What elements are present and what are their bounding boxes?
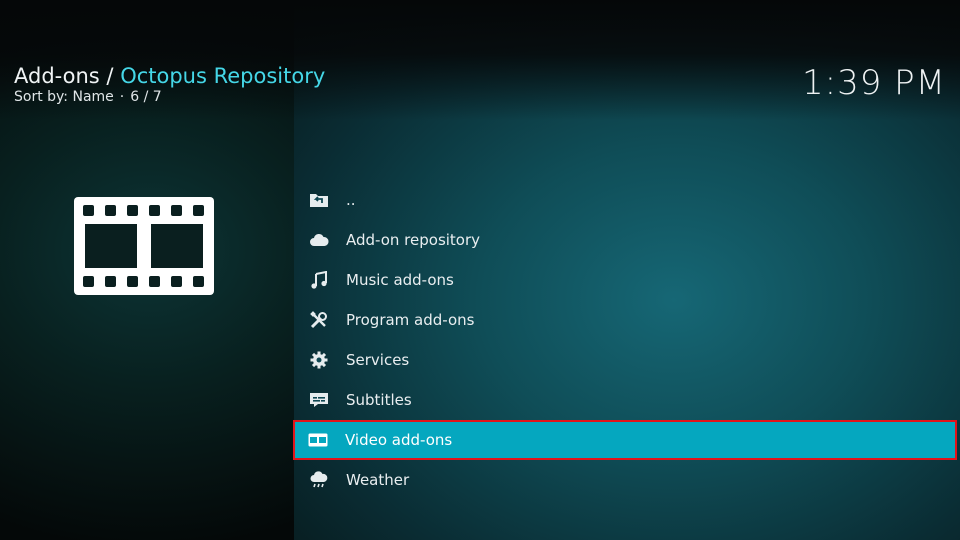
breadcrumb-separator: / [106,64,114,88]
clock: 1:39 PM [802,63,946,103]
music-note-icon [309,270,329,290]
folder-back-icon [309,190,329,210]
sort-label: Sort by: Name [14,89,114,105]
list-item-label: Subtitles [346,391,412,409]
list-item-music-addons[interactable]: Music add-ons [294,260,956,300]
list-item-video-addons[interactable]: Video add-ons [293,420,957,460]
list-item-weather[interactable]: Weather [294,460,956,500]
list-item-services[interactable]: Services [294,340,956,380]
tools-icon [309,310,329,330]
list-item-label: Music add-ons [346,271,454,289]
gear-icon [309,350,329,370]
sort-info: Sort by: Name · 6 / 7 [14,88,162,106]
weather-icon [309,470,329,490]
list-item-label: Video add-ons [345,431,453,449]
list-item-label: Services [346,351,410,369]
item-position: 6 / 7 [130,89,162,105]
breadcrumb: Add-ons / Octopus Repository [14,62,325,90]
list-item-label: Weather [346,471,410,489]
film-strip-icon [74,197,214,295]
list-item-label: Add-on repository [346,231,481,249]
list-item-addon-repository[interactable]: Add-on repository [294,220,956,260]
list-item-subtitles[interactable]: Subtitles [294,380,956,420]
position-separator: · [119,89,125,105]
cloud-icon [309,230,329,250]
list-item-program-addons[interactable]: Program add-ons [294,300,956,340]
subtitles-icon [309,390,329,410]
list-item-label: .. [346,191,356,209]
film-icon [308,430,328,450]
list-item-label: Program add-ons [346,311,475,329]
list-item-parent[interactable]: .. [294,180,956,220]
breadcrumb-section: Add-ons [14,64,100,88]
breadcrumb-repository: Octopus Repository [120,64,326,88]
